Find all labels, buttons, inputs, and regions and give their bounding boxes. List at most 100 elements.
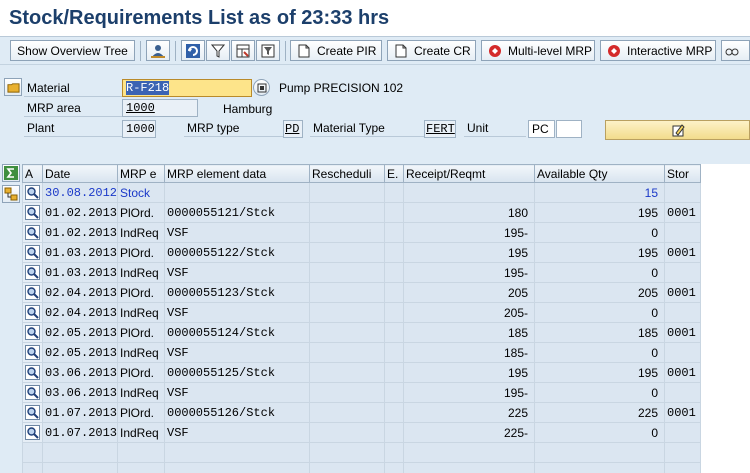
multi-level-mrp-button[interactable]: Multi-level MRP xyxy=(481,40,595,61)
row-detail-cell[interactable] xyxy=(22,202,43,223)
create-pir-label: Create PIR xyxy=(317,43,377,58)
material-type-field[interactable]: FERT xyxy=(424,120,456,138)
material-type-label: Material Type xyxy=(310,119,424,137)
selection-filter-button[interactable] xyxy=(256,40,280,61)
row-element-data: VSF xyxy=(164,382,310,403)
show-overview-tree-button[interactable]: Show Overview Tree xyxy=(10,40,135,61)
material-type-value: FERT xyxy=(426,122,455,136)
empty-cell xyxy=(164,442,310,463)
row-reschedule xyxy=(309,202,385,223)
edit-button[interactable] xyxy=(605,120,750,140)
row-detail-cell[interactable] xyxy=(22,302,43,323)
row-storage: 0001 xyxy=(664,362,701,383)
layout-button[interactable] xyxy=(231,40,255,61)
unit-text-field[interactable] xyxy=(556,120,582,138)
header-details-button[interactable] xyxy=(4,78,22,96)
table-row[interactable]: 02.04.2013 IndReq VSF 205- 0 xyxy=(22,302,701,323)
row-reschedule xyxy=(309,262,385,283)
material-field[interactable]: R-F218 xyxy=(122,79,252,97)
row-detail-cell[interactable] xyxy=(22,402,43,423)
column-header-exception[interactable]: E. xyxy=(384,164,404,183)
details-button[interactable] xyxy=(2,185,20,203)
table-row[interactable]: 01.02.2013 PlOrd. 0000055121/Stck 180 195 000… xyxy=(22,202,701,223)
filter-button[interactable] xyxy=(206,40,230,61)
row-receipt-reqmt: 195 xyxy=(403,362,535,383)
row-mrp-element: PlOrd. xyxy=(117,402,165,423)
mrp-type-label: MRP type xyxy=(184,119,283,137)
empty-cell xyxy=(164,462,310,473)
empty-cell xyxy=(42,462,118,473)
row-available-qty: 0 xyxy=(534,222,665,243)
column-header-receipt-reqmt[interactable]: Receipt/Reqmt xyxy=(403,164,535,183)
row-exception xyxy=(384,402,404,423)
row-mrp-element: IndReq xyxy=(117,222,165,243)
table-row[interactable]: 01.07.2013 PlOrd. 0000055126/Stck 225 225 000… xyxy=(22,402,701,423)
row-mrp-element: Stock xyxy=(117,182,165,203)
row-detail-cell[interactable] xyxy=(22,422,43,443)
material-label: Material xyxy=(24,79,122,97)
person-icon-button[interactable] xyxy=(146,40,170,61)
row-date: 03.06.2013 xyxy=(42,362,118,383)
material-value: R-F218 xyxy=(126,81,170,95)
table-row[interactable]: 01.03.2013 IndReq VSF 195- 0 xyxy=(22,262,701,283)
sigma-icon xyxy=(4,166,18,180)
table-row[interactable]: 02.05.2013 PlOrd. 0000055124/Stck 185 185 000… xyxy=(22,322,701,343)
table-row[interactable]: 02.04.2013 PlOrd. 0000055123/Stck 205 205 000… xyxy=(22,282,701,303)
row-detail-cell[interactable] xyxy=(22,262,43,283)
column-header-mrp-element[interactable]: MRP e xyxy=(117,164,165,183)
row-receipt-reqmt: 225 xyxy=(403,402,535,423)
row-exception xyxy=(384,322,404,343)
material-help-button[interactable] xyxy=(253,79,270,96)
table-row[interactable]: 01.03.2013 PlOrd. 0000055122/Stck 195 195 000… xyxy=(22,242,701,263)
row-date: 01.07.2013 xyxy=(42,402,118,423)
row-element-data: VSF xyxy=(164,262,310,283)
requirements-grid: A Date MRP e MRP element data Rescheduli… xyxy=(22,164,750,473)
row-detail-cell[interactable] xyxy=(22,322,43,343)
row-detail-cell[interactable] xyxy=(22,222,43,243)
mrp-area-field[interactable]: 1000 xyxy=(122,99,198,117)
column-header-element-data[interactable]: MRP element data xyxy=(164,164,310,183)
column-header-a[interactable]: A xyxy=(22,164,43,183)
create-pir-button[interactable]: Create PIR xyxy=(290,40,382,61)
row-detail-cell[interactable] xyxy=(22,342,43,363)
row-receipt-reqmt: 195- xyxy=(403,222,535,243)
table-row[interactable]: 03.06.2013 IndReq VSF 195- 0 xyxy=(22,382,701,403)
row-detail-cell[interactable] xyxy=(22,242,43,263)
row-reschedule xyxy=(309,402,385,423)
mrp-type-field[interactable]: PD xyxy=(283,120,303,138)
empty-cell xyxy=(22,442,43,463)
table-row[interactable]: 30.08.2012 Stock 15 xyxy=(22,182,701,203)
row-available-qty: 0 xyxy=(534,342,665,363)
row-detail-cell[interactable] xyxy=(22,382,43,403)
interactive-mrp-button[interactable]: Interactive MRP xyxy=(600,40,716,61)
row-storage: 0001 xyxy=(664,242,701,263)
row-storage xyxy=(664,262,701,283)
row-storage xyxy=(664,422,701,443)
row-detail-cell[interactable] xyxy=(22,362,43,383)
refresh-button[interactable] xyxy=(181,40,205,61)
table-row[interactable]: 01.02.2013 IndReq VSF 195- 0 xyxy=(22,222,701,243)
column-header-storage[interactable]: Stor xyxy=(664,164,701,183)
row-detail-cell[interactable] xyxy=(22,282,43,303)
table-row[interactable]: 01.07.2013 IndReq VSF 225- 0 xyxy=(22,422,701,443)
table-row[interactable]: 03.06.2013 PlOrd. 0000055125/Stck 195 195 000… xyxy=(22,362,701,383)
empty-cell xyxy=(403,462,535,473)
folder-icon xyxy=(6,82,20,93)
unit-value: PC xyxy=(532,122,549,136)
table-header-row: A Date MRP e MRP element data Rescheduli… xyxy=(22,164,701,183)
magnifier-detail-icon xyxy=(25,285,40,301)
value-help-icon xyxy=(257,83,266,92)
sum-button[interactable] xyxy=(2,164,20,182)
column-header-available-qty[interactable]: Available Qty xyxy=(534,164,665,183)
create-cr-button[interactable]: Create CR xyxy=(387,40,476,61)
row-detail-cell[interactable] xyxy=(22,182,43,203)
row-receipt-reqmt: 195 xyxy=(403,242,535,263)
table-row[interactable]: 02.05.2013 IndReq VSF 185- 0 xyxy=(22,342,701,363)
empty-cell xyxy=(534,462,665,473)
row-date: 30.08.2012 xyxy=(42,182,118,203)
column-header-rescheduling[interactable]: Rescheduli xyxy=(309,164,385,183)
column-header-date[interactable]: Date xyxy=(42,164,118,183)
more-button[interactable] xyxy=(721,40,750,61)
row-exception xyxy=(384,182,404,203)
mrp-type-value: PD xyxy=(285,122,300,136)
